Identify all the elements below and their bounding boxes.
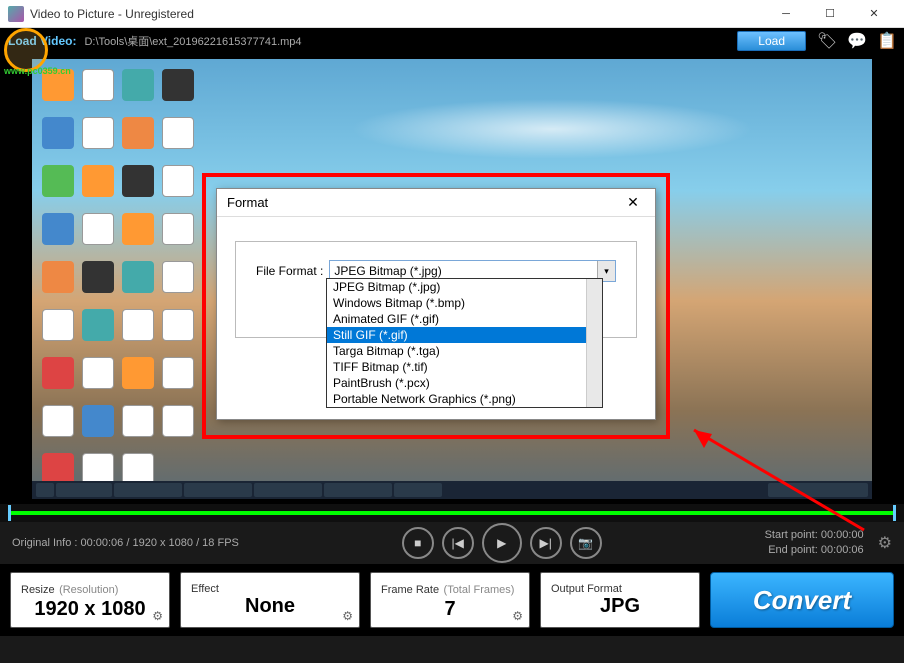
file-format-label: File Format : (256, 264, 323, 278)
format-option[interactable]: JPEG Bitmap (*.jpg) (327, 279, 602, 295)
minimize-button[interactable]: ─ (764, 0, 808, 28)
format-option[interactable]: Targa Bitmap (*.tga) (327, 343, 602, 359)
next-frame-button[interactable]: ▶| (530, 527, 562, 559)
format-option[interactable]: Windows Bitmap (*.bmp) (327, 295, 602, 311)
stop-button[interactable]: ■ (402, 527, 434, 559)
time-settings-icon[interactable]: ⚙ (878, 533, 892, 553)
watermark-url: www.pc0359.cn (4, 66, 71, 76)
effect-value: None (191, 595, 349, 618)
timeline-end-handle[interactable] (893, 505, 896, 521)
format-option[interactable]: Animated GIF (*.gif) (327, 311, 602, 327)
play-button[interactable]: ▶ (482, 523, 522, 563)
resize-sublabel: (Resolution) (59, 584, 118, 596)
effect-panel[interactable]: Effect None ⚙ (180, 572, 360, 628)
timeline-start-handle[interactable] (8, 505, 11, 521)
window-titlebar: Video to Picture - Unregistered ─ ☐ ✕ (0, 0, 904, 28)
framerate-sublabel: (Total Frames) (444, 584, 515, 596)
app-icon (8, 6, 24, 22)
end-point-label: End point: (768, 544, 818, 556)
dialog-title: Format (227, 195, 621, 210)
watermark: www.pc0359.cn (4, 28, 60, 84)
window-title: Video to Picture - Unregistered (30, 7, 764, 21)
maximize-button[interactable]: ☐ (808, 0, 852, 28)
file-format-dropdown[interactable]: JPEG Bitmap (*.jpg)Windows Bitmap (*.bmp… (326, 278, 603, 408)
prev-frame-button[interactable]: |◀ (442, 527, 474, 559)
video-path: D:\Tools\桌面\ext_20196221615377741.mp4 (84, 33, 729, 49)
load-button[interactable]: Load (737, 31, 806, 51)
snapshot-button[interactable]: 📷 (570, 527, 602, 559)
close-button[interactable]: ✕ (852, 0, 896, 28)
output-settings: Resize (Resolution) 1920 x 1080 ⚙ Effect… (0, 564, 904, 636)
framerate-value: 7 (381, 598, 519, 621)
list-icon[interactable]: 📋 (878, 32, 896, 50)
format-option[interactable]: TIFF Bitmap (*.tif) (327, 359, 602, 375)
output-format-label: Output Format (551, 583, 689, 595)
framerate-label: Frame Rate (381, 584, 439, 596)
resize-value: 1920 x 1080 (21, 598, 159, 621)
resize-panel[interactable]: Resize (Resolution) 1920 x 1080 ⚙ (10, 572, 170, 628)
load-toolbar: Load Video: D:\Tools\桌面\ext_201962216153… (0, 28, 904, 54)
resize-label: Resize (21, 584, 55, 596)
dropdown-scrollbar[interactable] (586, 279, 602, 407)
original-info: Original Info : 00:00:06 / 1920 x 1080 /… (12, 537, 239, 549)
framerate-panel[interactable]: Frame Rate (Total Frames) 7 ⚙ (370, 572, 530, 628)
comment-icon[interactable]: 💬 (848, 32, 866, 50)
output-format-value: JPG (551, 595, 689, 618)
desktop-icons (42, 69, 212, 489)
format-option[interactable]: PaintBrush (*.pcx) (327, 375, 602, 391)
convert-button[interactable]: Convert (710, 572, 894, 628)
effect-label: Effect (191, 583, 349, 595)
output-format-panel[interactable]: Output Format JPG (540, 572, 700, 628)
tag-icon[interactable]: 🏷 (818, 32, 836, 50)
end-point-value: 00:00:06 (821, 544, 864, 556)
format-option[interactable]: Still GIF (*.gif) (327, 327, 602, 343)
annotation-arrow (674, 420, 874, 545)
resize-gear-icon[interactable]: ⚙ (152, 609, 163, 623)
dialog-close-button[interactable]: ✕ (621, 191, 645, 215)
file-format-selected: JPEG Bitmap (*.jpg) (334, 264, 441, 278)
format-option[interactable]: Portable Network Graphics (*.png) (327, 391, 602, 407)
framerate-gear-icon[interactable]: ⚙ (512, 609, 523, 623)
effect-gear-icon[interactable]: ⚙ (342, 609, 353, 623)
